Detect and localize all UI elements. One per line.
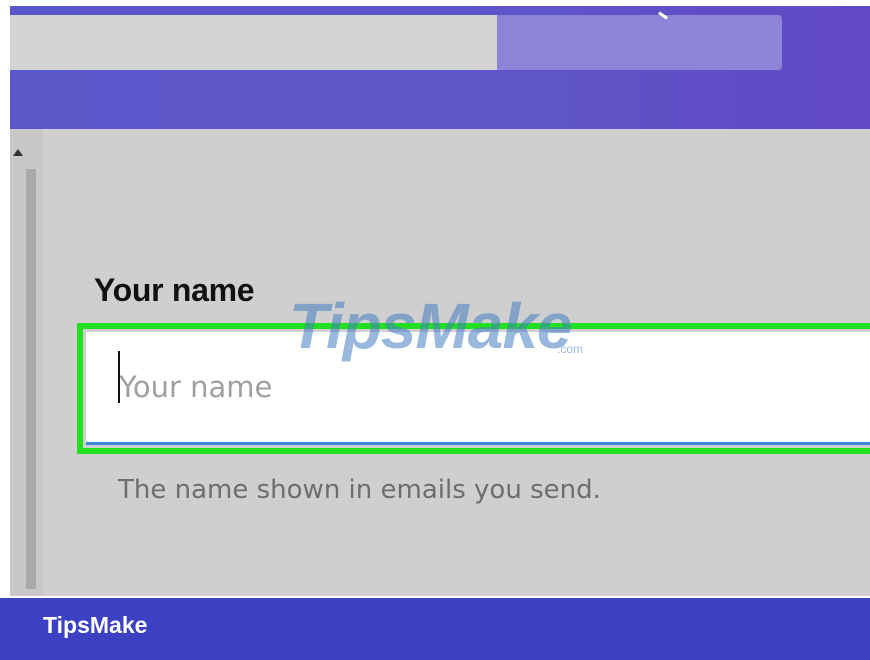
top-action-box[interactable] <box>497 15 782 70</box>
watermark: TipsMake <box>289 290 572 362</box>
left-rail <box>10 129 43 596</box>
scroll-up-arrow-icon[interactable] <box>13 149 23 156</box>
name-helper-text: The name shown in emails you send. <box>118 475 601 505</box>
watermark-suffix: .com <box>557 342 584 356</box>
scrollbar[interactable] <box>26 169 36 589</box>
app-header <box>10 6 870 129</box>
name-field-label: Your name <box>94 272 255 308</box>
top-search-box[interactable] <box>10 15 497 70</box>
footer-brand: TipsMake <box>43 612 148 638</box>
text-caret <box>118 351 120 403</box>
footer-bar: TipsMake <box>0 598 870 660</box>
